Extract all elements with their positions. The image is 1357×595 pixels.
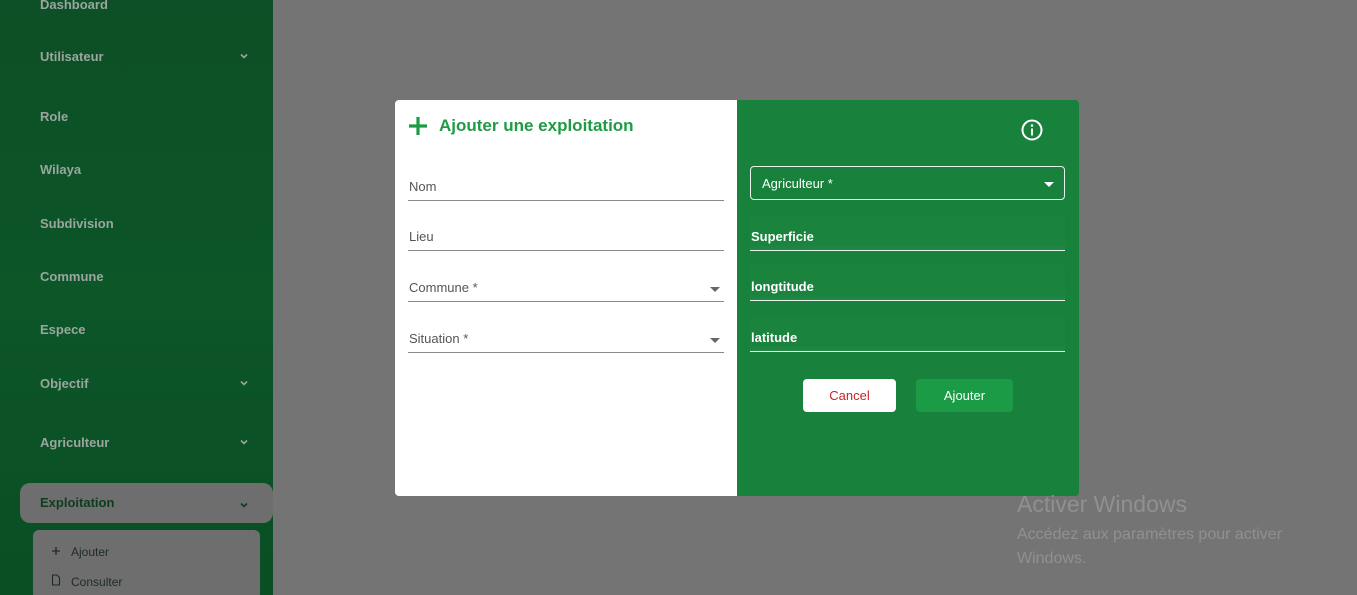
sidebar-submenu: Ajouter Consulter	[33, 530, 260, 595]
sidebar-item-utilisateur[interactable]: Utilisateur	[40, 45, 255, 69]
lieu-label: Lieu	[409, 229, 434, 244]
latitude-field[interactable]: latitude	[750, 316, 1065, 352]
cancel-button[interactable]: Cancel	[803, 379, 896, 412]
plus-icon	[409, 117, 427, 135]
superficie-field[interactable]: Superficie	[750, 215, 1065, 251]
sidebar-item-label: Commune	[40, 269, 104, 284]
nom-label: Nom	[409, 179, 437, 194]
sidebar-item-label: Agriculteur	[40, 435, 110, 450]
submenu-item-label: Consulter	[71, 575, 123, 589]
sidebar-item-label: Objectif	[40, 376, 89, 391]
latitude-label: latitude	[751, 330, 798, 345]
sidebar-item-label: Espece	[40, 322, 86, 337]
submenu-item-consulter[interactable]: Consulter	[49, 572, 122, 592]
modal-title: Ajouter une exploitation	[407, 114, 634, 138]
longtitude-label: longtitude	[751, 279, 814, 294]
ajouter-button[interactable]: Ajouter	[916, 379, 1013, 412]
longtitude-field[interactable]: longtitude	[750, 265, 1065, 301]
chevron-down-icon	[239, 497, 249, 515]
commune-label: Commune *	[409, 280, 478, 295]
chevron-down-icon	[239, 372, 249, 396]
chevron-down-icon	[239, 431, 249, 455]
windows-activation-subtitle: Accédez aux paramètres pour activer Wind…	[1017, 526, 1283, 567]
caret-down-icon	[710, 338, 720, 343]
file-icon	[49, 572, 63, 592]
lieu-field[interactable]: Lieu	[408, 215, 724, 251]
sidebar-item-objectif[interactable]: Objectif	[40, 372, 255, 396]
sidebar-item-label: Role	[40, 109, 69, 124]
submenu-item-ajouter[interactable]: Ajouter	[49, 542, 109, 562]
modal-title-text: Ajouter une exploitation	[439, 116, 634, 135]
sidebar-item-subdivision[interactable]: Subdivision	[40, 212, 255, 236]
sidebar-item-role[interactable]: Role	[40, 105, 255, 129]
sidebar-item-espece[interactable]: Espece	[40, 318, 255, 342]
modal-form-panel: Ajouter une exploitation Nom Lieu Commun…	[395, 100, 737, 496]
sidebar-item-label: Subdivision	[40, 216, 114, 231]
sidebar-item-label: Wilaya	[40, 162, 82, 177]
sidebar-item-exploitation[interactable]: Exploitation	[20, 483, 273, 523]
situation-select[interactable]: Situation *	[408, 317, 724, 353]
commune-select[interactable]: Commune *	[408, 266, 724, 302]
agriculteur-label: Agriculteur *	[762, 176, 833, 191]
modal-green-panel: Agriculteur * Superficie longtitude lati…	[737, 100, 1079, 496]
nom-field[interactable]: Nom	[408, 165, 724, 201]
caret-down-icon	[1044, 182, 1054, 187]
sidebar-item-wilaya[interactable]: Wilaya	[40, 158, 255, 182]
agriculteur-select[interactable]: Agriculteur *	[750, 166, 1065, 200]
caret-down-icon	[710, 287, 720, 292]
info-icon[interactable]	[1020, 118, 1044, 142]
situation-label: Situation *	[409, 331, 469, 346]
submenu-item-label: Ajouter	[71, 545, 110, 559]
sidebar-item-commune[interactable]: Commune	[40, 265, 255, 289]
windows-activation-title: Activer Windows	[1017, 491, 1187, 517]
plus-icon	[49, 542, 63, 562]
sidebar-item-label: Exploitation	[40, 495, 115, 510]
sidebar-item-label: Utilisateur	[40, 49, 104, 64]
chevron-down-icon	[239, 45, 249, 69]
sidebar-item-label: Dashboard	[40, 0, 108, 12]
sidebar-item-dashboard[interactable]: Dashboard	[40, 0, 255, 17]
sidebar-item-agriculteur[interactable]: Agriculteur	[40, 431, 255, 455]
superficie-label: Superficie	[751, 229, 814, 244]
